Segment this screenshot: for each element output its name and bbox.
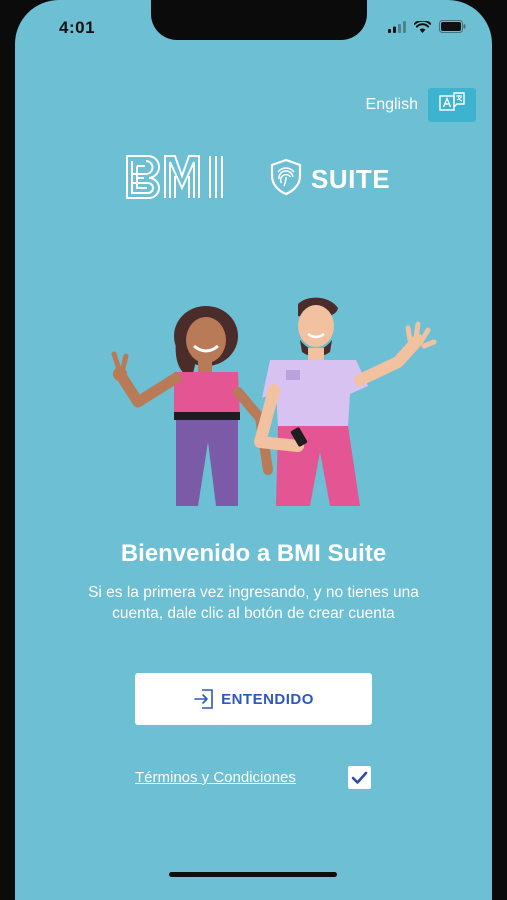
terms-link[interactable]: Términos y Condiciones: [135, 769, 296, 786]
shield-fingerprint-icon: [269, 158, 303, 201]
bmi-logo: [125, 154, 255, 205]
device-notch: [151, 0, 367, 40]
language-button[interactable]: [428, 88, 476, 122]
wifi-icon: [413, 19, 432, 38]
translate-icon: [439, 91, 465, 120]
status-icons: [388, 19, 466, 38]
phone-frame: 4:01 English SUITE Bienvenido a BMI Suit…: [0, 0, 507, 900]
app-screen: 4:01 English SUITE Bienvenido a BMI Suit…: [15, 0, 492, 900]
welcome-illustration: [98, 292, 448, 517]
logo-suite-text: SUITE: [311, 164, 391, 194]
home-indicator[interactable]: [169, 872, 337, 877]
terms-checkbox[interactable]: [348, 766, 371, 789]
language-switcher[interactable]: English: [366, 88, 476, 122]
battery-icon: [439, 20, 466, 38]
entendido-button[interactable]: ENTENDIDO: [135, 673, 372, 725]
language-label[interactable]: English: [366, 96, 418, 114]
status-time: 4:01: [59, 18, 96, 37]
app-logo: SUITE: [125, 154, 390, 205]
entendido-label[interactable]: ENTENDIDO: [221, 691, 314, 708]
login-icon: [193, 688, 215, 710]
welcome-title: Bienvenido a BMI Suite: [120, 540, 387, 567]
welcome-subtitle: Si es la primera vez ingresando, y no ti…: [88, 584, 419, 622]
checkmark-icon: [351, 771, 368, 785]
signal-icon: [388, 20, 406, 38]
